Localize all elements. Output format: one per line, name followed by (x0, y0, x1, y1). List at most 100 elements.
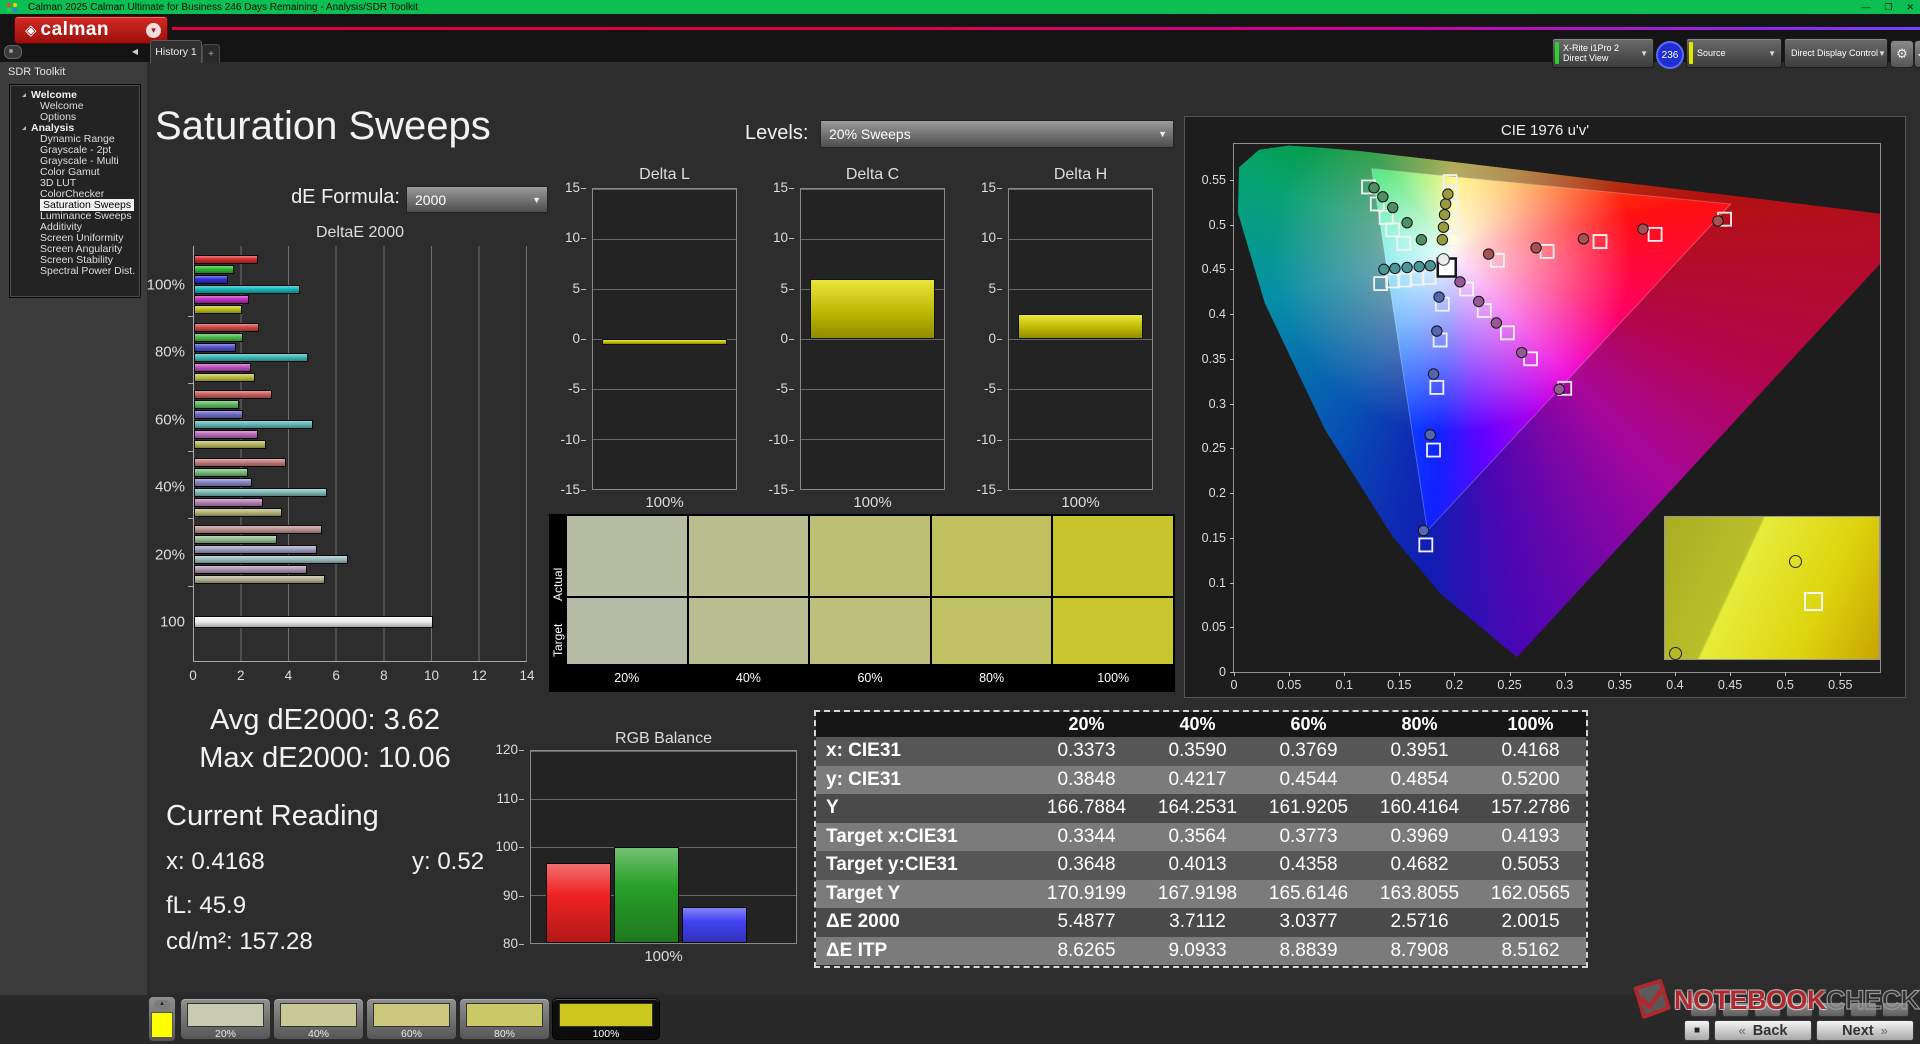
y-tick-label: -5 (983, 381, 996, 397)
rgb-balance-chart (530, 750, 797, 944)
cie-measured-circle-cyan (1424, 260, 1436, 272)
cie-measured-circle-green (1368, 182, 1380, 194)
y-tick-label: 5 (572, 280, 580, 296)
cie-y-tick-label: 0.45 (1201, 262, 1226, 277)
table-row-label: Y (816, 794, 1031, 823)
actual-swatch (810, 516, 930, 596)
close-icon[interactable]: ✕ (1906, 2, 1914, 13)
axis-tick (519, 895, 524, 897)
table-cell: 160.4164 (1364, 794, 1475, 823)
expander-icon[interactable] (22, 92, 26, 97)
deltae-bar-green (194, 332, 243, 342)
delta-c-chart (800, 188, 945, 490)
deltae-bar-yellow (194, 305, 242, 315)
source-dropdown[interactable]: Source ▼ (1686, 38, 1782, 68)
display-control-dropdown[interactable]: Direct Display Control ▼ (1784, 38, 1888, 68)
sweep-level-button-60%[interactable]: 60% (366, 998, 457, 1040)
sidebar-item-color-gamut[interactable]: Color Gamut (10, 166, 140, 178)
sweep-level-button-20%[interactable]: 20% (180, 998, 271, 1040)
expander-icon[interactable] (22, 125, 26, 130)
chevron-down-icon[interactable]: ▾ (146, 22, 161, 38)
table-header-cell: 80% (1364, 712, 1475, 737)
table-cell: 164.2531 (1142, 794, 1253, 823)
max-de2000-value: Max dE2000: 10.06 (199, 742, 451, 774)
cie-target-square-cyan (1409, 270, 1425, 286)
levels-label: Levels: (745, 122, 809, 144)
cie-measured-circle-cyan (1389, 262, 1401, 275)
sidebar-item-grayscale-multi[interactable]: Grayscale - Multi (10, 155, 140, 167)
cie-zoom-inset (1663, 516, 1881, 661)
de-formula-dropdown[interactable]: 2000 ▼ (406, 186, 548, 213)
deltae-group-100%: 100% (147, 251, 527, 319)
cie-x-tick-label: 0.25 (1497, 678, 1522, 692)
deltae-bar-blue (194, 275, 229, 285)
sweep-level-swatch (373, 1003, 450, 1027)
sidebar-item-screen-uniformity[interactable]: Screen Uniformity (10, 232, 140, 244)
axis-tick (1230, 672, 1234, 673)
deltae-bar-yellow (194, 372, 256, 382)
deltae-bar-cyan (194, 285, 300, 295)
minimize-icon[interactable]: — (1861, 2, 1870, 12)
table-row-label: Target Y (816, 879, 1031, 908)
maximize-icon[interactable]: ❐ (1884, 2, 1892, 13)
sweep-level-button-100%[interactable]: 100% (552, 998, 660, 1040)
levels-dropdown[interactable]: 20% Sweeps ▼ (820, 120, 1174, 148)
cie-target-square-red (1647, 226, 1663, 242)
x-tick-label: 0 (189, 668, 197, 683)
axis-tick (997, 188, 1002, 189)
sidebar-collapse-icon[interactable]: ◀ (128, 44, 142, 58)
meter-dropdown[interactable]: X-Rite i1Pro 2 Direct View ▼ (1552, 38, 1654, 68)
target-swatch (688, 598, 809, 664)
sidebar-item-luminance-sweeps[interactable]: Luminance Sweeps (10, 210, 140, 222)
add-tab-button[interactable]: + (202, 44, 220, 63)
table-cell: 0.4682 (1364, 851, 1475, 880)
sweep-level-button-40%[interactable]: 40% (273, 998, 364, 1040)
notebookcheck-watermark: NOTEBOOK CHECK (1628, 974, 1920, 1026)
swatch-column-60%: 60% (810, 516, 930, 690)
calman-menu-button[interactable]: ◈ calman ▾ (14, 16, 168, 44)
current-reading-header: Current Reading (166, 800, 379, 832)
sidebar-item-3d-lut[interactable]: 3D LUT (10, 177, 140, 189)
cie-y-tick-label: 0.5 (1208, 217, 1226, 232)
tab-history-1[interactable]: History 1 (150, 40, 202, 63)
sweep-level-label: 80% (493, 1028, 515, 1040)
rgb-bar-green (614, 847, 679, 943)
x-tick-label: 14 (519, 668, 535, 683)
collapse-toolbar-icon[interactable]: ◀ (1914, 40, 1920, 68)
sidebar-item-welcome[interactable]: Welcome (10, 100, 140, 112)
swatch-column-label: 100% (1097, 671, 1130, 685)
inset-measured-circle (1668, 647, 1682, 661)
inset-target-square (1803, 592, 1823, 612)
table-cell: 8.8839 (1253, 936, 1364, 965)
sweep-level-button-80%[interactable]: 80% (459, 998, 550, 1040)
gear-icon[interactable]: ⚙ (1890, 40, 1914, 68)
table-cell: 166.7884 (1031, 794, 1142, 823)
deltae-bar-yellow (194, 507, 283, 517)
y-tick-label: 5 (988, 280, 996, 296)
table-cell: 0.3564 (1142, 822, 1253, 851)
sidebar-item-saturation-sweeps[interactable]: Saturation Sweeps (10, 198, 140, 211)
deltae-bar-magenta (194, 497, 264, 507)
y-tick-label: -5 (775, 381, 788, 397)
cie-target-square-cyan (1397, 272, 1413, 288)
cie-measured-circle-red (1577, 233, 1590, 245)
cie-white-point-circle (1437, 253, 1450, 266)
swatch-column-label: 40% (735, 671, 761, 685)
swatch-collapse-button[interactable]: ▲ (148, 996, 176, 1042)
deltae-group-label: 40% (154, 478, 185, 496)
sidebar-item-screen-angularity[interactable]: Screen Angularity (10, 243, 140, 255)
sidebar-item-additivity[interactable]: Additivity (10, 221, 140, 233)
sidebar-item-welcome[interactable]: Welcome (10, 89, 140, 101)
table-cell: 0.4013 (1142, 851, 1253, 880)
sidebar-item-dynamic-range[interactable]: Dynamic Range (10, 133, 140, 145)
sidebar-item-analysis[interactable]: Analysis (10, 122, 140, 134)
cie-diagram-panel: CIE 1976 u'v' 0 0.05 0.1 0.15 0.2 0.25 0.3 0.35… (1184, 116, 1906, 698)
sidebar-item-colorchecker[interactable]: ColorChecker (10, 188, 140, 200)
sidebar-item-spectral-power-dist-[interactable]: Spectral Power Dist. (10, 265, 140, 277)
watermark-text-check: CHECK (1825, 984, 1920, 1015)
sidebar-item-options[interactable]: Options (10, 111, 140, 123)
sidebar-item-grayscale-2pt[interactable]: Grayscale - 2pt (10, 144, 140, 156)
table-header-cell: 100% (1475, 712, 1586, 737)
sidebar-item-screen-stability[interactable]: Screen Stability (10, 254, 140, 266)
layout-toggle-button[interactable] (4, 45, 22, 59)
